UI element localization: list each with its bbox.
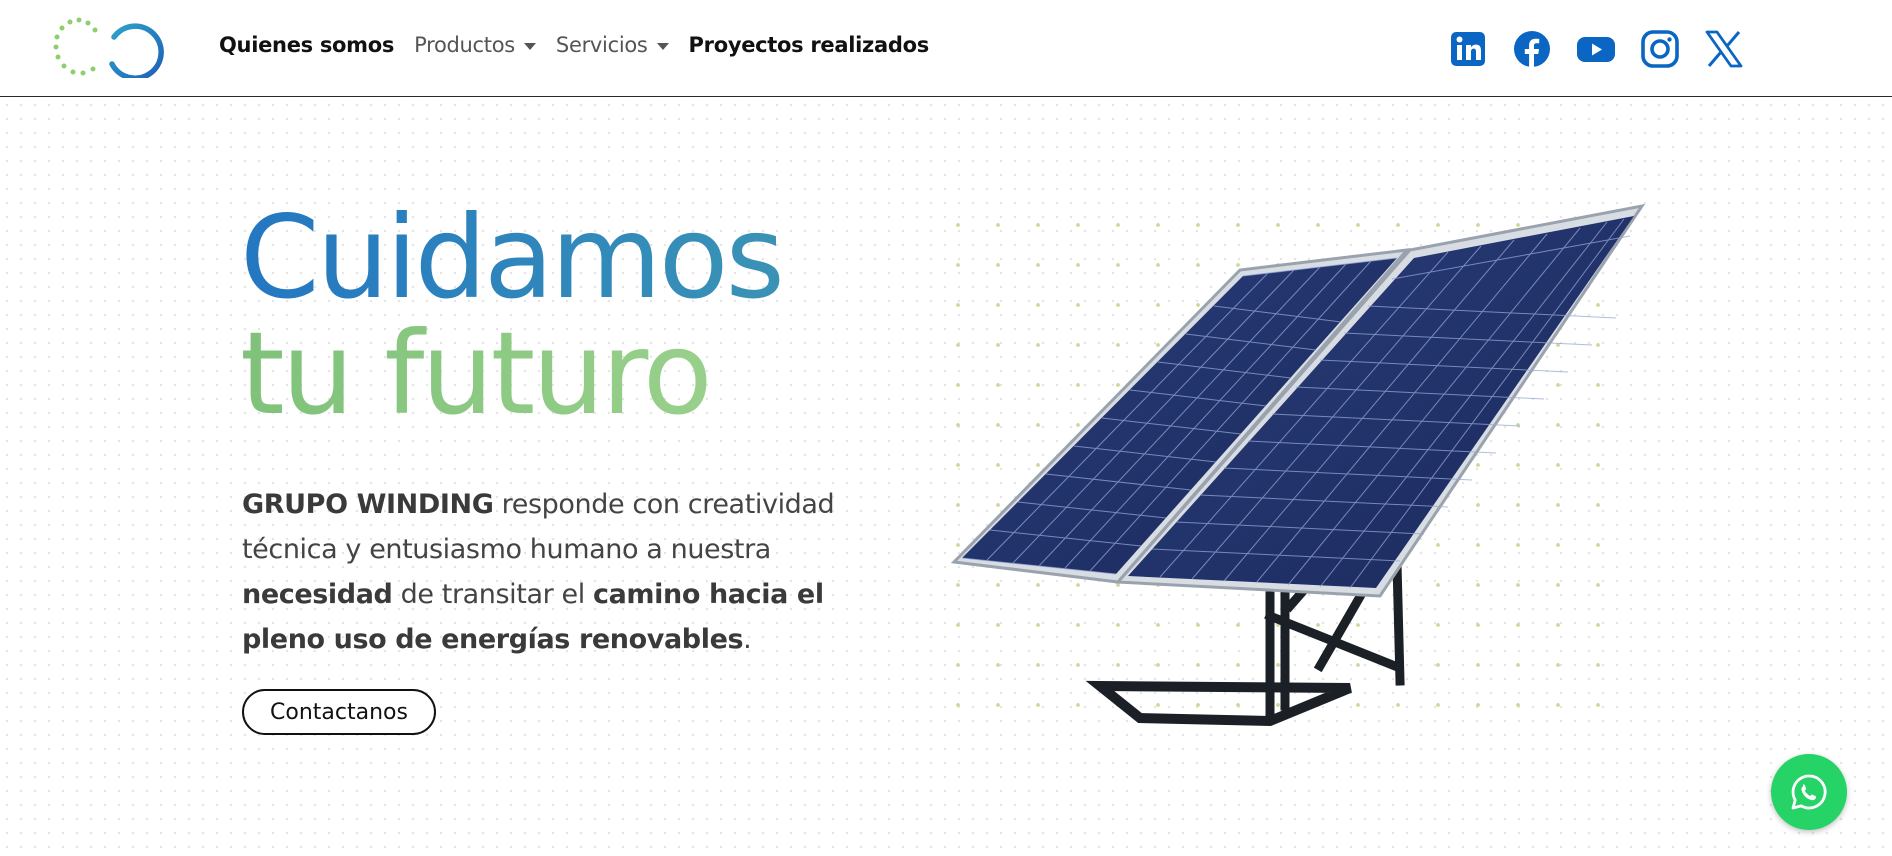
main-nav: Quienes somos Productos Servicios Proyec… — [219, 33, 949, 57]
nav-label: Servicios — [555, 33, 648, 57]
site-header: Quienes somos Productos Servicios Proyec… — [0, 0, 1892, 97]
nav-servicios[interactable]: Servicios — [556, 33, 669, 57]
social-links — [1448, 29, 1768, 69]
intro-bold-need: necesidad — [242, 579, 393, 610]
x-icon — [1705, 30, 1743, 68]
youtube-icon — [1577, 37, 1615, 62]
caret-down-icon — [656, 42, 669, 50]
linkedin-link[interactable] — [1448, 29, 1512, 69]
nav-label: Quienes somos — [219, 33, 395, 57]
facebook-icon — [1514, 31, 1550, 67]
contact-button[interactable]: Contactanos — [242, 689, 436, 735]
intro-text: de transitar el — [392, 579, 593, 610]
facebook-link[interactable] — [1512, 29, 1576, 69]
linkedin-icon — [1451, 32, 1485, 66]
nav-proyectos-realizados[interactable]: Proyectos realizados — [688, 33, 930, 57]
hero-intro: GRUPO WINDING responde con creatividad t… — [242, 482, 882, 662]
nav-label: Productos — [414, 33, 515, 57]
intro-bold-brand: GRUPO WINDING — [242, 489, 494, 520]
instagram-link[interactable] — [1640, 29, 1704, 69]
headline-line-1: Cuidamos — [240, 191, 785, 324]
intro-text: . — [743, 624, 752, 655]
youtube-link[interactable] — [1576, 29, 1640, 69]
nav-productos[interactable]: Productos — [414, 33, 536, 57]
caret-down-icon — [523, 42, 536, 50]
solar-panel-image — [950, 203, 1646, 727]
nav-label: Proyectos realizados — [688, 33, 930, 57]
hero-headline: Cuidamos tu futuro — [240, 191, 785, 432]
instagram-icon — [1641, 30, 1679, 68]
whatsapp-icon — [1791, 774, 1827, 810]
logo-icon — [53, 17, 164, 78]
x-link[interactable] — [1704, 29, 1768, 69]
whatsapp-button[interactable] — [1771, 754, 1847, 830]
headline-line-2: tu futuro — [240, 316, 782, 432]
nav-quienes-somos[interactable]: Quienes somos — [219, 33, 394, 57]
